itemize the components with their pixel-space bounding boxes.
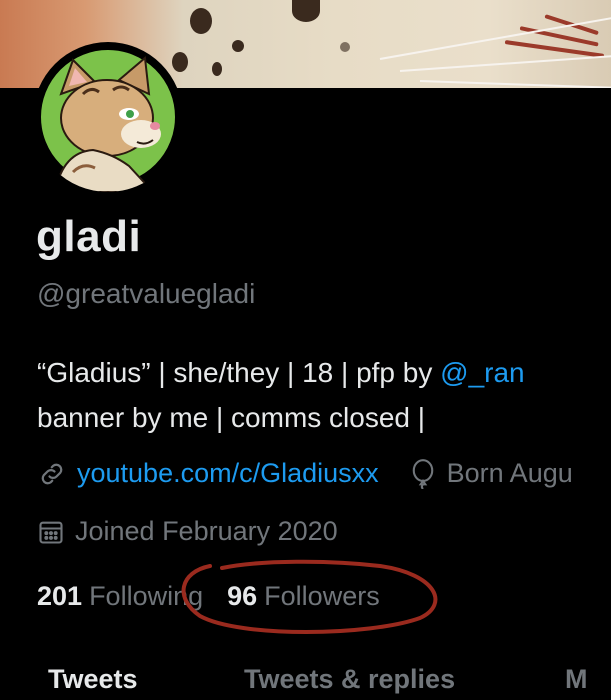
birthday-text: Born Augu: [446, 458, 573, 488]
display-name: gladi: [36, 212, 142, 261]
calendar-icon: [37, 517, 65, 547]
profile-bio: “Gladius” | she/they | 18 | pfp by @_ran…: [37, 350, 525, 440]
bio-line-1: “Gladius” | she/they | 18 | pfp by @_ran: [37, 350, 525, 395]
avatar[interactable]: [33, 42, 183, 192]
profile-tabs: Tweets Tweets & replies M: [0, 660, 611, 700]
balloon-icon: [409, 458, 437, 489]
followers-count: 96: [227, 581, 258, 611]
link-icon: [37, 459, 67, 489]
followers-label: Followers: [264, 581, 380, 611]
joined-date: Joined February 2020: [75, 516, 338, 546]
following-label: Following: [89, 581, 204, 611]
joined-row: Joined February 2020: [37, 516, 338, 547]
username-handle: @greatvaluegladi: [37, 278, 256, 309]
website-link[interactable]: youtube.com/c/Gladiusxx: [77, 458, 379, 489]
bio-text: “Gladius” | she/they | 18 | pfp by: [37, 357, 441, 388]
bio-line-2: banner by me | comms closed |: [37, 402, 426, 433]
follow-stats: 201 Following 96 Followers: [37, 581, 380, 612]
bio-mention-link[interactable]: @_ran: [440, 357, 524, 388]
following-count: 201: [37, 581, 83, 611]
following-link[interactable]: 201 Following: [37, 581, 203, 612]
profile-meta-row: youtube.com/c/Gladiusxx Born Augu: [37, 458, 573, 489]
followers-link[interactable]: 96 Followers: [227, 581, 380, 612]
